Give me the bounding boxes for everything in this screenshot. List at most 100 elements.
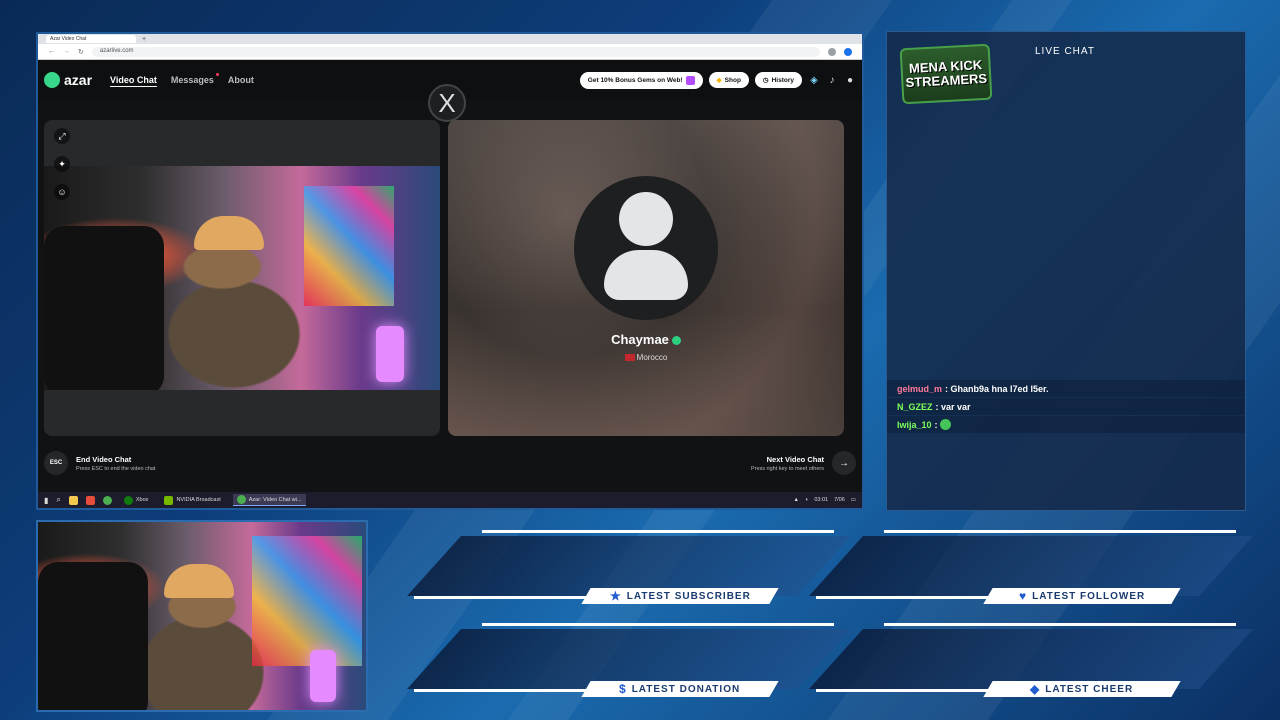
volume-icon[interactable]: ◖: [805, 497, 808, 503]
notification-icon[interactable]: ▭: [851, 497, 856, 503]
new-tab-icon[interactable]: +: [142, 36, 146, 43]
chrome-icon[interactable]: [102, 495, 112, 505]
next-chat-title: Next Video Chat: [766, 454, 824, 464]
bell-icon[interactable]: ♪: [826, 74, 838, 86]
gift-icon: [685, 75, 695, 85]
magic-wand-icon[interactable]: ✦: [54, 156, 70, 172]
latest-follower-box: ♥ LATEST FOLLOWER: [808, 530, 1254, 606]
clock-date[interactable]: 7/06: [834, 497, 845, 503]
verified-icon: [671, 336, 681, 346]
peer-country-text: Morocco: [636, 353, 668, 362]
pink-lamp: [310, 650, 336, 702]
app-icon[interactable]: [85, 495, 95, 505]
person-cap: [194, 216, 264, 250]
chat-username[interactable]: lwija_10: [897, 420, 932, 430]
dollar-icon: $: [619, 682, 628, 696]
back-icon[interactable]: ←: [48, 48, 55, 55]
bonus-gems-button[interactable]: Get 10% Bonus Gems on Web!: [579, 71, 703, 89]
alert-label: ◆ LATEST CHEER: [983, 681, 1181, 697]
chat-controls: ESC End Video Chat Press ESC to end the …: [44, 448, 856, 478]
gaming-chair: [38, 562, 148, 710]
chat-text: : var var: [935, 401, 971, 412]
notification-dot: [215, 73, 219, 76]
alert-label: ♥ LATEST FOLLOWER: [983, 588, 1181, 604]
browser-tab[interactable]: Azar Video Chat: [46, 35, 136, 43]
taskbar-item-nvidia[interactable]: NVIDIA Broadcast: [160, 494, 224, 506]
graffiti-poster: [304, 186, 394, 306]
nav-messages[interactable]: Messages: [171, 73, 219, 85]
extension-icon[interactable]: [828, 47, 836, 56]
azar-logo[interactable]: azar: [44, 72, 92, 88]
chat-username[interactable]: N_GZEZ: [897, 402, 933, 412]
gem-icon: ◆: [716, 77, 722, 84]
chrome-icon: [236, 495, 246, 504]
alert-bottom-line: [816, 689, 992, 692]
alert-top-line: [482, 623, 834, 626]
gems-icon[interactable]: ◈: [808, 74, 820, 86]
alert-body: [406, 629, 852, 689]
pink-lamp: [376, 326, 404, 382]
clock-time[interactable]: 03:01: [814, 497, 828, 503]
system-tray: ▲ ◖ 03:01 7/06 ▭: [794, 497, 856, 503]
user-icon[interactable]: ●: [844, 74, 856, 86]
shop-button[interactable]: ◆ Shop: [708, 72, 749, 88]
forward-icon[interactable]: →: [63, 48, 70, 55]
chat-messages: gelmud_m : Ghanb9a hna l7ed l5er. N_GZEZ…: [887, 380, 1245, 434]
live-chat-panel: MENA KICK STREAMERS LIVE CHAT gelmud_m :…: [886, 31, 1246, 511]
alert-body: [406, 536, 852, 596]
chat-message: gelmud_m : Ghanb9a hna l7ed l5er.: [887, 380, 1245, 397]
windows-start-icon[interactable]: ▮: [44, 496, 48, 505]
history-label: History: [771, 76, 794, 84]
esc-key-button[interactable]: ESC: [44, 451, 68, 475]
sticker-icon[interactable]: ☺: [54, 184, 70, 200]
reload-icon[interactable]: ↻: [78, 48, 84, 56]
alert-top-line: [482, 530, 834, 533]
azar-logo-icon: [44, 72, 60, 88]
my-camera-feed: [44, 166, 440, 390]
address-bar[interactable]: azarlive.com: [91, 46, 820, 57]
latest-subscriber-label: LATEST SUBSCRIBER: [626, 590, 751, 602]
chat-title: LIVE CHAT: [1035, 46, 1095, 57]
heart-icon: ♥: [1018, 589, 1027, 603]
morocco-flag-icon: [624, 354, 635, 362]
alert-label: $ LATEST DONATION: [581, 681, 779, 697]
clock-icon: ◷: [762, 77, 769, 84]
profile-icon[interactable]: [844, 47, 852, 56]
browser-tab-strip: Azar Video Chat +: [38, 34, 862, 44]
latest-cheer-box: ◆ LATEST CHEER: [808, 623, 1254, 699]
expand-icon[interactable]: ⤢: [54, 128, 70, 144]
next-chat-subtitle: Press right key to meet others: [750, 465, 824, 472]
graffiti-poster: [252, 536, 362, 666]
alert-body: [808, 536, 1254, 596]
chat-message: lwija_10 :: [887, 416, 1245, 433]
alert-bottom-line: [414, 596, 590, 599]
taskbar-item-azar[interactable]: Azar: Video Chat wi...: [232, 494, 306, 506]
history-button[interactable]: ◷ History: [754, 72, 802, 88]
peer-avatar: [574, 176, 718, 320]
emote-icon: [939, 419, 951, 430]
wifi-icon[interactable]: ▲: [794, 497, 799, 503]
taskbar-label: Azar: Video Chat wi...: [248, 496, 302, 503]
facecam: [36, 520, 368, 712]
next-chat-control[interactable]: Next Video Chat Press right key to meet …: [751, 451, 856, 475]
camera-tools: ⤢ ✦ ☺: [54, 128, 70, 200]
taskbar-label: Xbox: [135, 497, 149, 503]
arrow-right-icon[interactable]: →: [832, 451, 856, 475]
search-icon[interactable]: ⌕: [56, 495, 60, 505]
latest-follower-label: LATEST FOLLOWER: [1031, 590, 1146, 602]
browser-capture: Azar Video Chat + ← → ↻ azarlive.com aza…: [36, 32, 864, 510]
end-chat-title: End Video Chat: [76, 454, 132, 464]
end-chat-control[interactable]: ESC End Video Chat Press ESC to end the …: [44, 451, 156, 475]
nav-about[interactable]: About: [228, 75, 254, 85]
taskbar-item-xbox[interactable]: Xbox: [120, 494, 153, 506]
chat-username[interactable]: gelmud_m: [897, 384, 942, 394]
browser-toolbar: ← → ↻ azarlive.com: [38, 44, 862, 60]
azar-logo-text: azar: [64, 72, 93, 88]
alert-bottom-line: [816, 596, 992, 599]
alert-top-line: [884, 530, 1236, 533]
nav-video-chat[interactable]: Video Chat: [110, 75, 157, 85]
gaming-chair: [44, 226, 164, 390]
bonus-gems-label: Get 10% Bonus Gems on Web!: [587, 76, 683, 84]
end-chat-subtitle: Press ESC to end the video chat: [76, 465, 156, 472]
folder-icon[interactable]: [68, 495, 78, 505]
